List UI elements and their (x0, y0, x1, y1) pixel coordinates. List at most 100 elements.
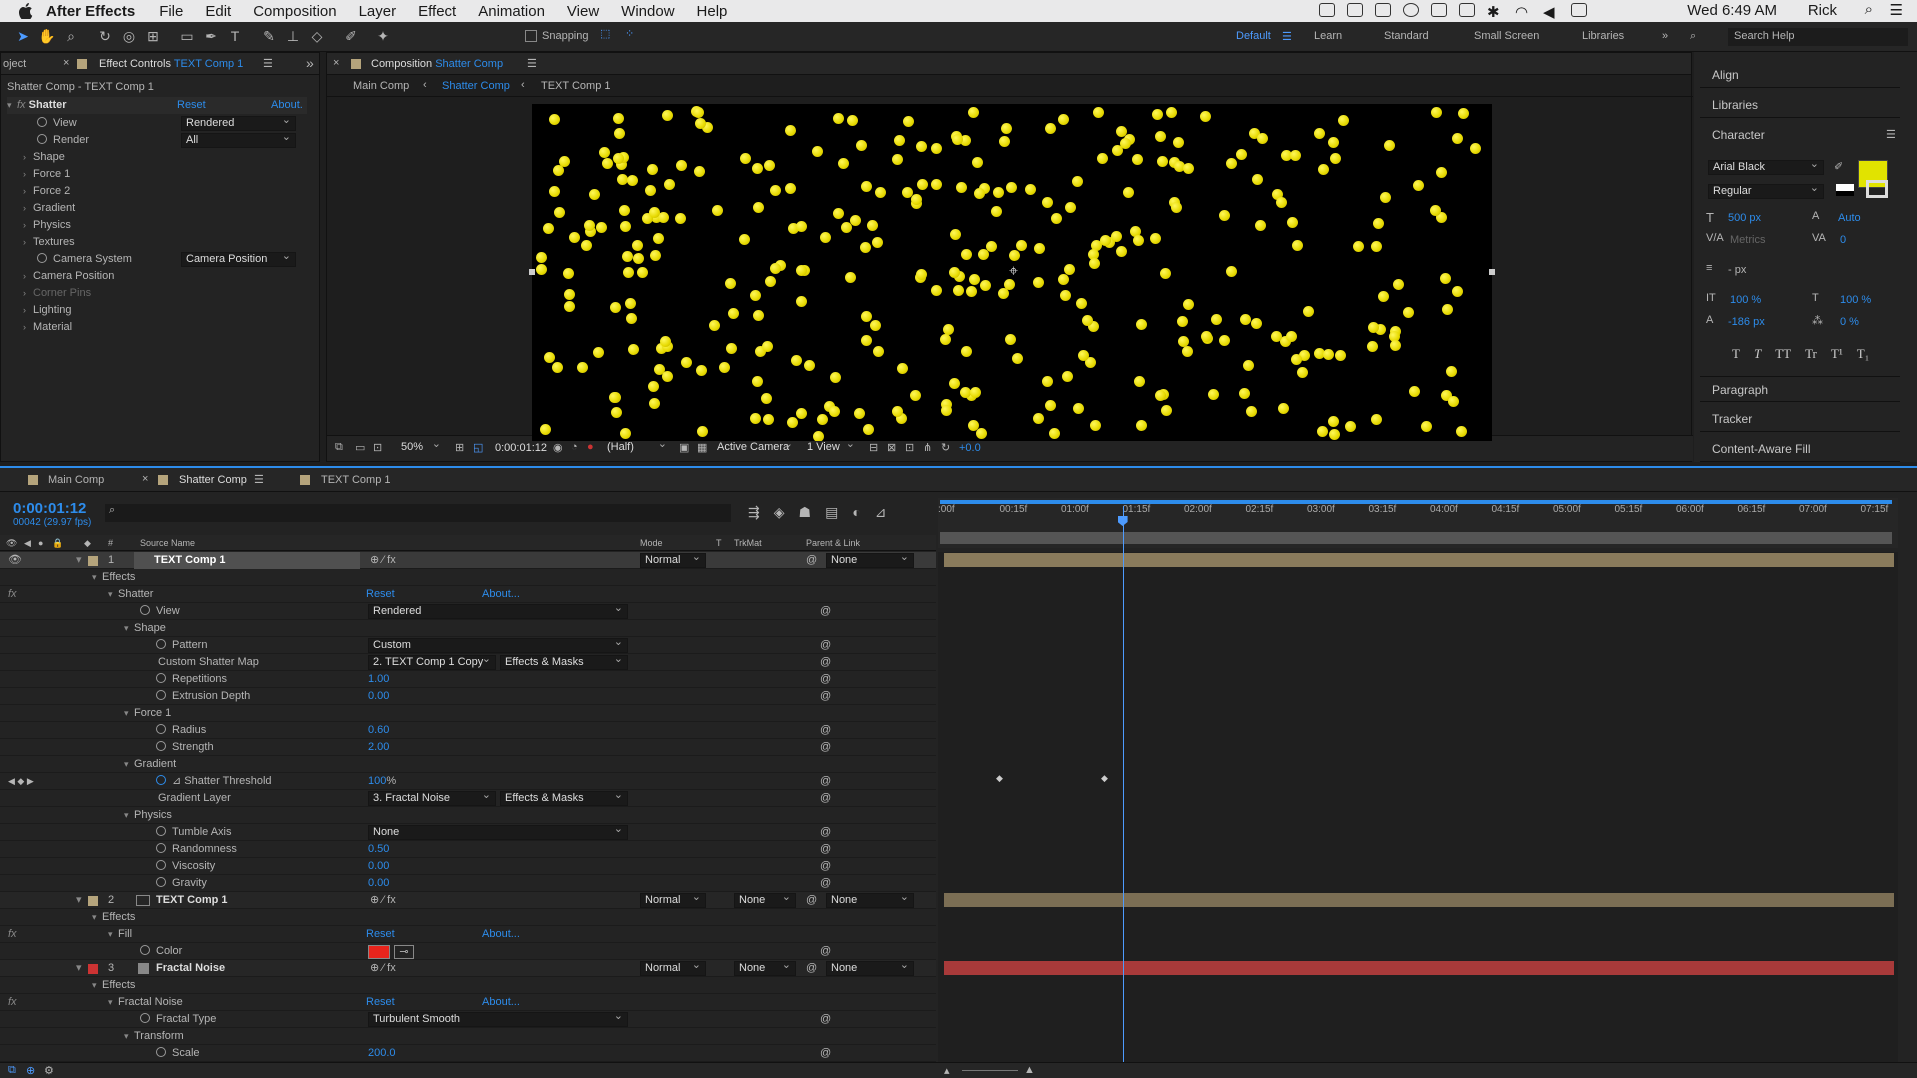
character-panel-header[interactable]: Character (1700, 122, 1900, 148)
vertical-scale-value[interactable]: 100 % (1730, 294, 1761, 306)
stopwatch-icon[interactable] (156, 843, 166, 853)
stopwatch-icon[interactable] (156, 690, 166, 700)
roto-brush-icon[interactable]: ✐ (342, 27, 360, 45)
tsume-value[interactable]: 0 % (1840, 316, 1859, 328)
switches-icon[interactable]: ⊕ ⁄ fx (370, 892, 396, 909)
menu-help[interactable]: Help (697, 3, 728, 20)
roi-icon[interactable]: ▣ (679, 441, 689, 454)
panel-menu-icon[interactable]: ☰ (1886, 128, 1896, 141)
snapping-checkbox[interactable] (525, 30, 537, 42)
pickwhip-icon[interactable]: @ (820, 773, 831, 790)
stroke-color-swatch[interactable] (1866, 180, 1888, 198)
bluetooth-icon[interactable]: ✱ (1487, 3, 1503, 21)
volume-icon[interactable]: ◀ (1543, 3, 1559, 21)
about-link[interactable]: About... (482, 586, 520, 603)
visibility-icon[interactable]: 👁 (8, 552, 22, 569)
zoom-tool-icon[interactable]: ⌕ (62, 27, 80, 45)
stopwatch-icon[interactable] (156, 877, 166, 887)
group-force1[interactable]: › Force 1 (23, 166, 70, 183)
pickwhip-icon[interactable]: @ (820, 790, 831, 807)
camera-system-dropdown[interactable]: Camera Position (181, 250, 296, 267)
motion-blur-icon[interactable]: ◐ (852, 504, 860, 521)
pickwhip-icon[interactable]: @ (806, 960, 817, 977)
pickwhip-icon[interactable]: @ (820, 688, 831, 705)
zoom-out-icon[interactable]: ▴ (944, 1064, 950, 1077)
scale-value[interactable]: 200.0 (368, 1045, 396, 1062)
apple-icon[interactable] (16, 1, 36, 21)
group-force1[interactable]: ▾ Force 1 (0, 705, 936, 722)
snapshot-icon[interactable]: ◉ (553, 441, 563, 454)
pickwhip-icon[interactable]: @ (820, 858, 831, 875)
about-link[interactable]: About... (482, 994, 520, 1011)
gradient-layer-dropdown[interactable]: 3. Fractal Noise (368, 789, 496, 806)
crumb-main-comp[interactable]: Main Comp (353, 80, 409, 92)
switches-icon[interactable]: ⊕ ⁄ fx (370, 960, 396, 977)
transfer-controls-icon[interactable]: ⊕ (26, 1064, 35, 1077)
pickwhip-icon[interactable]: @ (820, 841, 831, 858)
dropbox-icon[interactable] (1431, 3, 1447, 17)
layer-bar[interactable] (944, 961, 1894, 975)
stroke-width-value[interactable]: - px (1728, 264, 1746, 276)
layer-row[interactable]: 👁 ▾ 1 TEXT Comp 1 ⊕ ⁄ fx Normal @ None (0, 551, 936, 569)
about-link[interactable]: About. (271, 97, 303, 114)
pickwhip-icon[interactable]: @ (820, 637, 831, 654)
snap-extend-icon[interactable]: ⁘ (625, 27, 634, 40)
horizontal-scale-value[interactable]: 100 % (1840, 294, 1871, 306)
menu-animation[interactable]: Animation (478, 3, 545, 20)
group-transform[interactable]: ▾ Transform (0, 1028, 936, 1045)
menu-edit[interactable]: Edit (205, 3, 231, 20)
effects-masks-dropdown[interactable]: Effects & Masks (500, 789, 628, 806)
menu-file[interactable]: File (159, 3, 183, 20)
comp-flowchart-icon[interactable]: ⇶ (748, 504, 760, 521)
crumb-shatter-comp[interactable]: Shatter Comp (442, 80, 510, 92)
stopwatch-icon[interactable] (156, 724, 166, 734)
kerning-value[interactable]: Metrics (1730, 234, 1765, 246)
hand-tool-icon[interactable]: ✋ (38, 27, 56, 45)
region-icon[interactable]: ⊡ (373, 441, 382, 454)
graph-editor-icon[interactable]: ⊿ (875, 504, 887, 521)
timeline-graph-area[interactable] (938, 552, 1898, 1062)
time-ruler[interactable]: :00f 00:15f 01:00f 01:15f 02:00f 02:15f 03:00f… (938, 498, 1898, 548)
trkmat-dropdown[interactable]: None (734, 891, 796, 908)
selection-tool-icon[interactable]: ➤ (14, 27, 32, 45)
draft-3d-icon[interactable]: ◈ (774, 504, 785, 521)
label-swatch[interactable] (88, 896, 98, 906)
font-dropdown[interactable]: Arial Black (1708, 158, 1824, 175)
menu-layer[interactable]: Layer (359, 3, 397, 20)
label-icon[interactable]: ◆ (84, 535, 91, 551)
rotation-tool-icon[interactable]: ↻ (96, 27, 114, 45)
reset-link[interactable]: Reset (366, 994, 395, 1011)
search-help-input[interactable]: Search Help (1728, 28, 1908, 46)
pen-tool-icon[interactable]: ✒ (202, 27, 220, 45)
audio-icon[interactable]: ◀ (24, 535, 31, 551)
faux-italic-icon[interactable]: T (1754, 346, 1761, 362)
brush-tool-icon[interactable]: ✎ (260, 27, 278, 45)
align-panel-header[interactable]: Align (1700, 62, 1900, 88)
layer-switches-icon[interactable]: ⧉ (8, 1064, 16, 1077)
reset-exposure-icon[interactable]: ↻ (941, 441, 950, 454)
frame-blending-icon[interactable]: ▤ (825, 504, 838, 521)
keyboard-icon[interactable] (1571, 3, 1587, 17)
lock-icon[interactable] (351, 59, 361, 69)
screen-icon[interactable] (1319, 3, 1335, 17)
channel-icon[interactable]: ● (587, 441, 594, 453)
clone-stamp-icon[interactable]: ⊥ (284, 27, 302, 45)
project-tab[interactable]: oject (3, 58, 26, 70)
layer-row[interactable]: ▾ 2 TEXT Comp 1 ⊕ ⁄ fx Normal None @ Non… (0, 891, 936, 909)
zoom-bar[interactable] (940, 532, 1892, 544)
menu-window[interactable]: Window (621, 3, 674, 20)
paragraph-panel-header[interactable]: Paragraph (1700, 376, 1900, 402)
orbit-camera-icon[interactable]: ◎ (120, 27, 138, 45)
shatter-map-dropdown[interactable]: 2. TEXT Comp 1 Copy (368, 653, 496, 670)
tracking-value[interactable]: 0 (1840, 234, 1846, 246)
group-gradient[interactable]: › Gradient (23, 200, 75, 217)
tab-composition[interactable]: Composition Shatter Comp (371, 58, 503, 70)
parent-dropdown[interactable]: None (826, 891, 914, 908)
snap-icon[interactable]: ⬚ (600, 27, 610, 40)
menu-composition[interactable]: Composition (253, 3, 336, 20)
workspace-default[interactable]: Default (1236, 30, 1271, 42)
pickwhip-icon[interactable]: @ (820, 603, 831, 620)
tab-text-comp[interactable]: TEXT Comp 1 (321, 474, 391, 486)
repetitions-value[interactable]: 1.00 (368, 671, 389, 688)
threshold-value[interactable]: 100 (368, 775, 386, 787)
